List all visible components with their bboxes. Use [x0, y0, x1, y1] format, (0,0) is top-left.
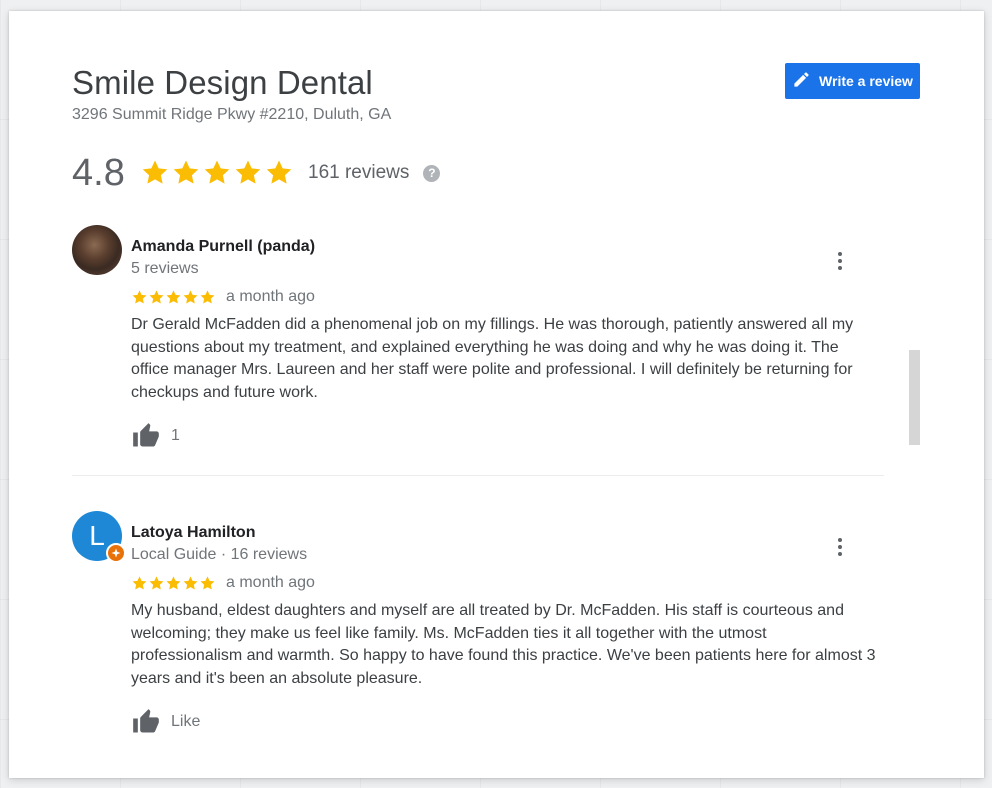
reviews-dialog: Smile Design Dental 3296 Summit Ridge Pk… [9, 11, 984, 778]
reviewer-meta: 5 reviews [131, 260, 199, 277]
review-rating-row: a month ago [131, 574, 884, 592]
review-text: My husband, eldest daughters and myself … [131, 602, 876, 687]
star-icon [183, 575, 198, 590]
review-divider [72, 475, 884, 476]
star-icon [149, 289, 164, 304]
like-button[interactable]: 1 [131, 422, 884, 450]
star-icon [204, 160, 230, 184]
star-icon [166, 575, 181, 590]
star-icon [173, 160, 199, 184]
review-item: Amanda Purnell (panda) 5 reviews a month… [72, 225, 884, 475]
reviews-list: Amanda Purnell (panda) 5 reviews a month… [72, 225, 884, 736]
star-icon [266, 160, 292, 184]
review-stars [131, 575, 216, 592]
review-stars [131, 289, 216, 306]
write-review-button[interactable]: Write a review [785, 63, 920, 99]
review-text: Dr Gerald McFadden did a phenomenal job … [131, 316, 854, 401]
star-icon [235, 160, 261, 184]
avatar[interactable] [72, 225, 122, 275]
more-vert-icon [838, 538, 842, 542]
review-date: a month ago [226, 288, 315, 305]
more-options-button[interactable] [830, 249, 850, 273]
avatar-letter: L [89, 520, 105, 551]
rating-summary: 4.8 161 reviews ? [72, 151, 441, 195]
star-icon [200, 289, 215, 304]
star-icon [132, 289, 147, 304]
more-options-button[interactable] [830, 535, 850, 559]
average-rating: 4.8 [72, 152, 125, 194]
like-button[interactable]: Like [131, 708, 884, 736]
review-item: L Latoya Hamilton Local Guide · 16 revie… [72, 511, 884, 736]
place-header: Smile Design Dental 3296 Summit Ridge Pk… [72, 63, 920, 125]
star-icon [142, 160, 168, 184]
avatar[interactable]: L [72, 511, 126, 563]
star-icon [132, 575, 147, 590]
more-vert-icon [838, 252, 842, 256]
like-label: Like [171, 713, 201, 730]
write-review-label: Write a review [819, 73, 913, 89]
star-icon [183, 289, 198, 304]
thumbs-up-icon [133, 423, 159, 447]
reviewer-meta: Local Guide · 16 reviews [131, 546, 308, 563]
star-icon [166, 289, 181, 304]
star-icon [200, 575, 215, 590]
place-address: 3296 Summit Ridge Pkwy #2210, Duluth, GA [72, 106, 392, 123]
pencil-icon [792, 70, 811, 92]
help-icon[interactable]: ? [423, 164, 441, 182]
total-reviews-count[interactable]: 161 reviews [308, 162, 409, 184]
reviewer-name[interactable]: Amanda Purnell (panda) [131, 225, 884, 257]
thumbs-up-icon [133, 709, 159, 733]
reviewer-name[interactable]: Latoya Hamilton [131, 511, 884, 543]
rating-stars [140, 158, 294, 188]
scrollbar-thumb[interactable] [909, 350, 920, 445]
review-rating-row: a month ago [131, 288, 884, 306]
local-guide-badge-icon [106, 543, 126, 563]
review-date: a month ago [226, 574, 315, 591]
like-count: 1 [171, 427, 180, 444]
star-icon [149, 575, 164, 590]
